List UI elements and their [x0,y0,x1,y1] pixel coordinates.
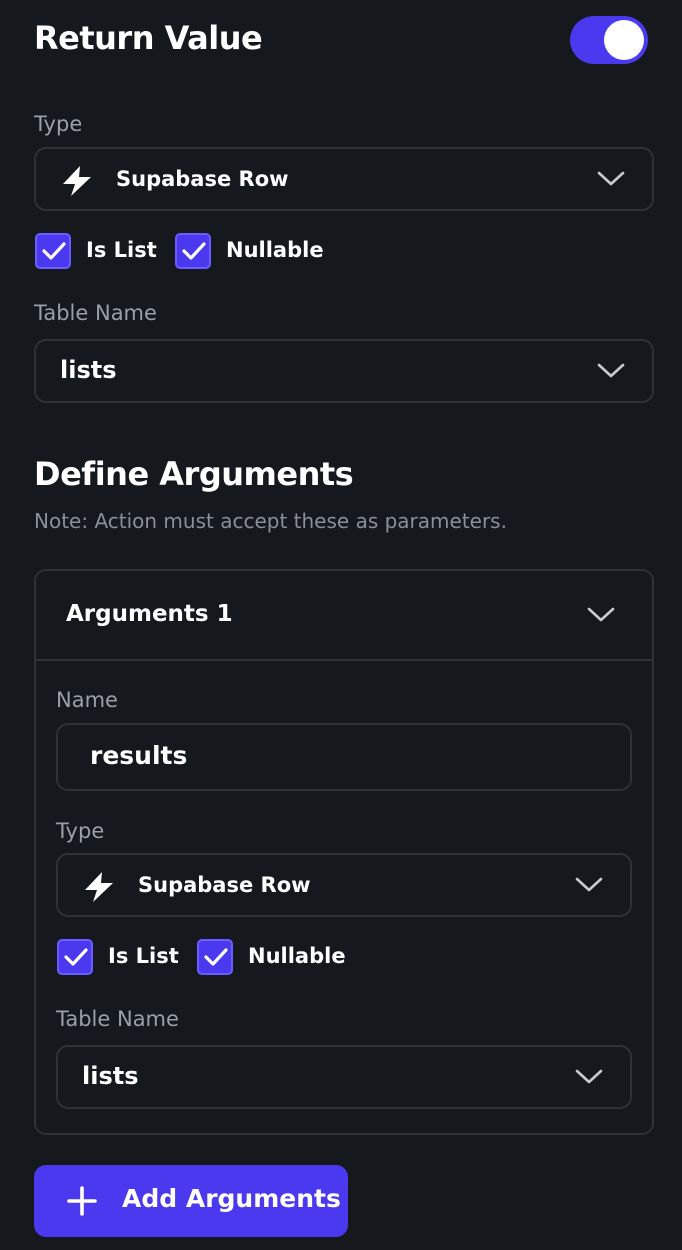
argument-type-label: Type [56,819,105,843]
define-arguments-title: Define Arguments [34,455,354,493]
table-name-dropdown[interactable]: lists [34,339,654,403]
card-divider [36,659,652,661]
argument-header-title: Arguments 1 [66,601,233,627]
chevron-down-icon [596,169,626,193]
is-list-label: Is List [86,238,157,262]
nullable-label: Nullable [226,238,324,262]
add-arguments-label: Add Arguments [122,1184,341,1213]
is-list-checkbox[interactable] [35,233,71,269]
argument-name-label: Name [56,688,118,712]
argument-nullable-checkbox[interactable] [197,939,233,975]
argument-is-list-checkbox[interactable] [57,939,93,975]
checkmark-icon [42,242,66,260]
argument-card-header[interactable]: Arguments 1 [36,571,652,659]
argument-is-list-label: Is List [108,944,179,968]
return-type-dropdown[interactable]: Supabase Row [34,147,654,211]
checkmark-icon [204,948,228,966]
add-arguments-button[interactable]: Add Arguments [34,1165,348,1237]
argument-table-name-dropdown[interactable]: lists [56,1045,632,1109]
return-value-title: Return Value [34,19,263,57]
argument-type-value: Supabase Row [138,873,311,897]
return-type-value: Supabase Row [116,167,289,191]
type-label: Type [34,112,83,136]
checkmark-icon [182,242,206,260]
argument-table-name-label: Table Name [56,1007,179,1031]
chevron-down-icon [586,605,616,629]
argument-type-dropdown[interactable]: Supabase Row [56,853,632,917]
return-value-toggle[interactable] [570,16,648,64]
table-name-value: lists [60,356,117,384]
toggle-knob [604,20,644,60]
define-arguments-note: Note: Action must accept these as parame… [34,509,507,533]
chevron-down-icon [596,361,626,385]
argument-nullable-label: Nullable [248,944,346,968]
chevron-down-icon [574,1067,604,1091]
nullable-checkbox[interactable] [175,233,211,269]
bolt-icon [82,871,116,907]
chevron-down-icon [574,875,604,899]
argument-table-name-value: lists [82,1062,139,1090]
plus-icon [66,1185,98,1221]
argument-name-input[interactable]: results [56,723,632,791]
argument-name-value: results [90,741,188,770]
argument-card: Arguments 1 Name results Type Supabase R… [34,569,654,1135]
table-name-label: Table Name [34,301,157,325]
bolt-icon [60,165,94,201]
checkmark-icon [64,948,88,966]
